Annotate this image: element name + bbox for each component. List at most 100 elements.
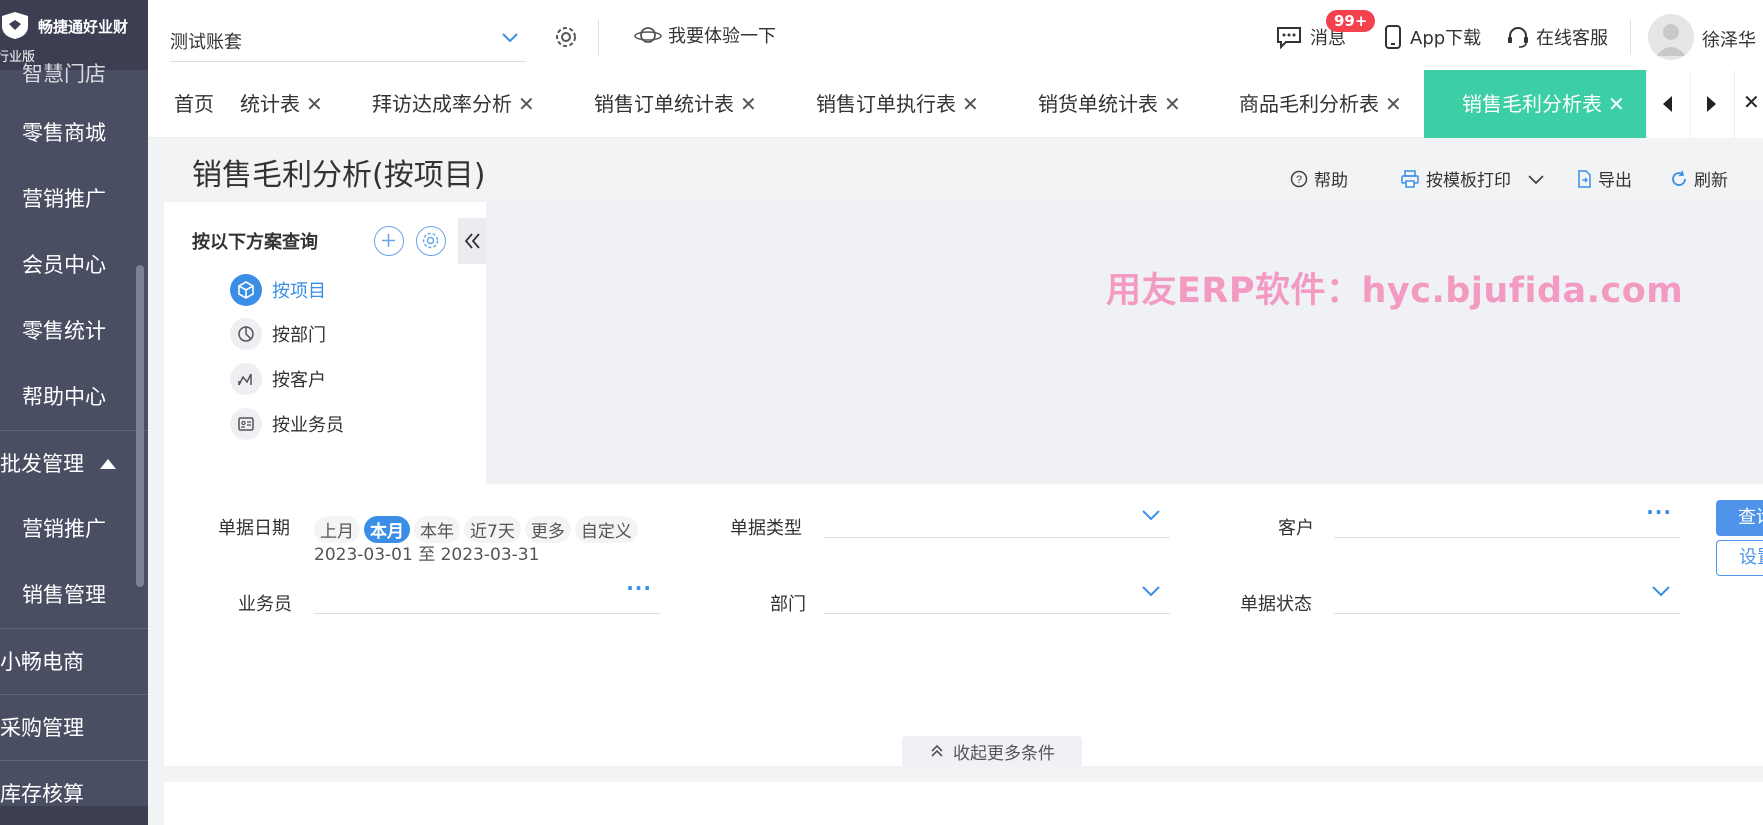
quick-this-year[interactable]: 本年 <box>414 516 460 543</box>
filter-panel: 单据日期 上月 本月 本年 近7天 更多 自定义 2023-03-01 至 20… <box>164 484 1763 766</box>
online-service-link[interactable]: 在线客服 <box>1506 24 1608 50</box>
account-value: 测试账套 <box>170 32 242 53</box>
date-range-value[interactable]: 2023-03-01 至 2023-03-31 <box>314 540 539 565</box>
phone-icon <box>1385 25 1401 49</box>
help-icon: ? <box>1290 170 1308 187</box>
collapse-more-conditions[interactable]: 收起更多条件 <box>902 736 1082 766</box>
divider <box>598 20 599 56</box>
chevron-down-icon <box>1652 586 1670 597</box>
dept-label: 部门 <box>770 594 806 615</box>
double-chevron-left-icon <box>464 233 480 249</box>
sidebar-item-wholesale[interactable]: 批发管理 <box>0 430 148 496</box>
quick-last-7-days[interactable]: 近7天 <box>464 516 521 543</box>
query-button[interactable]: 查询 <box>1716 500 1763 536</box>
tab-delivery-stats[interactable]: 销货单统计表 ✕ <box>1038 70 1181 138</box>
tab-sales-margin[interactable]: 销售毛利分析表 ✕ <box>1424 70 1651 138</box>
sidebar-item-wholesale-marketing[interactable]: 营销推广 <box>0 496 148 562</box>
sidebar-item-retail-mall[interactable]: 零售商城 <box>0 100 148 166</box>
gear-icon <box>422 232 439 249</box>
salesman-field[interactable]: ··· <box>314 572 660 614</box>
user-name[interactable]: 徐泽华 <box>1702 26 1756 52</box>
close-icon[interactable]: ✕ <box>1608 92 1625 116</box>
sidebar-item-member-center[interactable]: 会员中心 <box>0 232 148 298</box>
status-select[interactable] <box>1334 572 1680 614</box>
tab-prev-button[interactable] <box>1646 70 1690 138</box>
app-label: App下载 <box>1410 28 1482 49</box>
messages-badge: 99+ <box>1326 10 1376 32</box>
account-select[interactable]: 测试账套 <box>170 20 526 62</box>
quick-more[interactable]: 更多 <box>524 516 571 543</box>
sidebar-item-retail-stats[interactable]: 零售统计 <box>0 298 148 364</box>
chart-icon <box>230 363 262 395</box>
tab-next-button[interactable] <box>1690 70 1734 138</box>
quick-custom[interactable]: 自定义 <box>574 516 638 543</box>
more-icon[interactable]: ··· <box>626 576 652 600</box>
sidebar-item-sales-management[interactable]: 销售管理 <box>0 562 148 628</box>
app-download-link[interactable]: App下载 <box>1384 24 1481 50</box>
gear-icon[interactable] <box>553 24 579 50</box>
cube-icon <box>230 274 262 306</box>
quick-this-month[interactable]: 本月 <box>364 516 410 543</box>
headset-icon <box>1508 27 1528 48</box>
scheme-item-by-customer[interactable]: 按客户 <box>230 363 326 395</box>
caret-right-icon <box>1707 96 1716 112</box>
collapse-panel-button[interactable] <box>458 218 486 264</box>
id-card-icon <box>230 408 262 440</box>
close-icon[interactable]: ✕ <box>306 92 323 116</box>
page-title: 销售毛利分析(按项目) <box>192 158 486 193</box>
more-icon[interactable]: ··· <box>1646 500 1672 524</box>
caret-up-icon <box>100 459 116 469</box>
sidebar: 畅捷通好业财 行业版 智慧门店 零售商城 营销推广 会员中心 零售统计 帮助中心… <box>0 0 148 825</box>
sidebar-item-purchase[interactable]: 采购管理 <box>0 694 148 760</box>
scheme-item-by-project[interactable]: 按项目 <box>230 274 326 306</box>
export-icon <box>1578 169 1591 188</box>
refresh-button[interactable]: 刷新 <box>1670 166 1728 191</box>
brand-name: 畅捷通好业财 <box>38 18 129 36</box>
chevron-down-icon[interactable] <box>1527 172 1545 186</box>
status-label: 单据状态 <box>1240 594 1312 615</box>
quick-last-month[interactable]: 上月 <box>314 516 360 543</box>
tab-home[interactable]: 首页 <box>174 70 214 138</box>
tab-visit-rate[interactable]: 拜访达成率分析 ✕ <box>372 70 535 138</box>
tab-product-margin[interactable]: 商品毛利分析表 ✕ <box>1239 70 1402 138</box>
topbar: 测试账套 我要体验一下 消息 99+ App下载 在线客服 徐泽华 <box>148 0 1763 70</box>
close-icon[interactable]: ✕ <box>1164 92 1181 116</box>
tab-sales-order-stats[interactable]: 销售订单统计表 ✕ <box>594 70 757 138</box>
settings-button[interactable]: 设置 <box>1716 540 1763 576</box>
date-label: 单据日期 <box>218 518 290 539</box>
query-scheme-panel: 按以下方案查询 按项目 按部门 按客户 按业务员 <box>164 202 486 484</box>
export-button[interactable]: 导出 <box>1576 166 1632 191</box>
doc-type-select[interactable] <box>824 496 1170 538</box>
svg-text:?: ? <box>1296 174 1302 186</box>
dept-select[interactable] <box>824 572 1170 614</box>
help-button[interactable]: ? 帮助 <box>1290 166 1348 191</box>
scheme-heading: 按以下方案查询 <box>192 232 318 253</box>
sidebar-item-ecommerce[interactable]: 小畅电商 <box>0 628 148 694</box>
date-quick-picks: 上月 本月 本年 近7天 更多 自定义 <box>314 516 638 543</box>
sidebar-item-smart-store[interactable]: 智慧门店 <box>0 64 148 100</box>
tab-sales-order-exec[interactable]: 销售订单执行表 ✕ <box>816 70 979 138</box>
print-template-button[interactable]: 按模板打印 <box>1400 166 1545 191</box>
close-icon[interactable]: ✕ <box>1385 92 1402 116</box>
sidebar-footer <box>0 806 148 825</box>
tab-stats[interactable]: 统计表 ✕ <box>240 70 323 138</box>
pie-icon <box>230 318 262 350</box>
scheme-settings-button[interactable] <box>416 226 446 256</box>
planet-icon <box>634 27 662 43</box>
tab-close-all-button[interactable]: ✕ <box>1734 70 1763 138</box>
close-icon[interactable]: ✕ <box>518 92 535 116</box>
sidebar-item-marketing[interactable]: 营销推广 <box>0 166 148 232</box>
try-it-link[interactable]: 我要体验一下 <box>634 22 776 48</box>
customer-field[interactable]: ··· <box>1334 496 1680 538</box>
close-icon: ✕ <box>1743 90 1760 114</box>
sidebar-item-help-center[interactable]: 帮助中心 <box>0 364 148 430</box>
sidebar-scrollbar[interactable] <box>136 265 144 587</box>
add-scheme-button[interactable] <box>374 226 404 256</box>
salesman-label: 业务员 <box>238 594 292 615</box>
double-chevron-up-icon <box>931 744 943 757</box>
scheme-item-by-salesman[interactable]: 按业务员 <box>230 408 344 440</box>
scheme-item-by-department[interactable]: 按部门 <box>230 318 326 350</box>
close-icon[interactable]: ✕ <box>962 92 979 116</box>
close-icon[interactable]: ✕ <box>740 92 757 116</box>
avatar[interactable] <box>1648 14 1694 60</box>
